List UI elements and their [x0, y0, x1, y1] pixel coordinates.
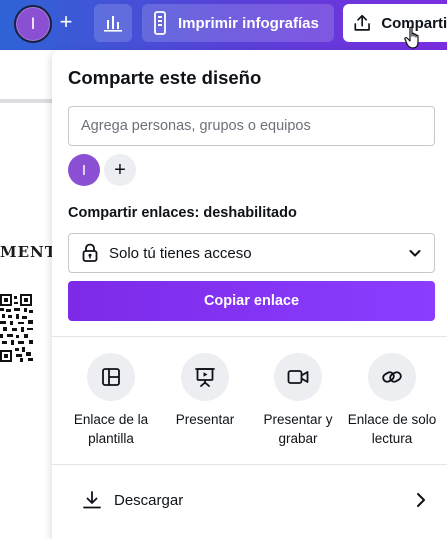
access-level-value: Solo tú tienes acceso [109, 244, 252, 262]
owner-avatar-initial: I [81, 161, 87, 179]
template-icon [102, 368, 120, 386]
option-label: Enlace de la plantilla [73, 412, 149, 446]
share-panel: Comparte este diseño I + Compartir enlac… [52, 50, 447, 539]
section-divider [52, 464, 447, 465]
present-icon [195, 368, 215, 387]
share-links-heading: Compartir enlaces: deshabilitado [68, 205, 297, 221]
user-avatar[interactable]: I [14, 5, 52, 43]
print-label: Imprimir infografías [178, 14, 319, 32]
option-view-only-link[interactable]: Enlace de solo lectura [345, 353, 439, 448]
plus-icon: + [114, 158, 126, 181]
canvas-text-fragment: MENT [0, 243, 57, 261]
print-infographics-button[interactable]: Imprimir infografías [142, 4, 334, 42]
bar-chart-icon [104, 16, 122, 32]
video-camera-icon [287, 370, 309, 384]
access-level-select[interactable]: Solo tú tienes acceso [68, 233, 435, 273]
design-canvas: MENT [0, 50, 56, 539]
upload-share-icon [354, 14, 370, 31]
canvas-divider [0, 99, 52, 103]
section-divider [52, 336, 447, 337]
present-icon-circle [181, 353, 229, 401]
avatar-initial: I [30, 14, 36, 33]
download-row[interactable]: Descargar [68, 478, 435, 522]
chevron-down-icon [409, 250, 421, 257]
option-present[interactable]: Presentar [158, 353, 252, 429]
chevron-right-icon [417, 493, 425, 507]
link-icon [382, 371, 402, 383]
copy-link-button[interactable]: Copiar enlace [68, 281, 435, 321]
add-people-input[interactable] [68, 106, 435, 146]
add-person-button[interactable]: + [104, 154, 136, 186]
option-label: Enlace de solo lectura [347, 412, 437, 446]
panel-title: Comparte este diseño [68, 67, 262, 88]
download-label: Descargar [114, 491, 184, 509]
insights-button[interactable] [94, 4, 132, 42]
owner-avatar[interactable]: I [68, 154, 100, 186]
copy-link-label: Copiar enlace [203, 293, 300, 309]
option-template-link[interactable]: Enlace de la plantilla [64, 353, 158, 448]
printer-icon [154, 11, 166, 35]
lock-icon [82, 243, 98, 262]
add-collaborator-button[interactable]: + [52, 9, 80, 37]
hand-cursor-icon [404, 26, 419, 49]
option-label: Presentar [175, 412, 235, 427]
qr-code [0, 294, 34, 362]
template-icon-circle [87, 353, 135, 401]
option-label: Presentar y grabar [263, 412, 333, 446]
download-icon [83, 491, 101, 509]
top-toolbar: I + Imprimir infografías Compartir [0, 0, 447, 50]
link-icon-circle [368, 353, 416, 401]
video-camera-icon-circle [274, 353, 322, 401]
share-button[interactable]: Compartir [343, 4, 447, 42]
option-present-and-record[interactable]: Presentar y grabar [251, 353, 345, 448]
